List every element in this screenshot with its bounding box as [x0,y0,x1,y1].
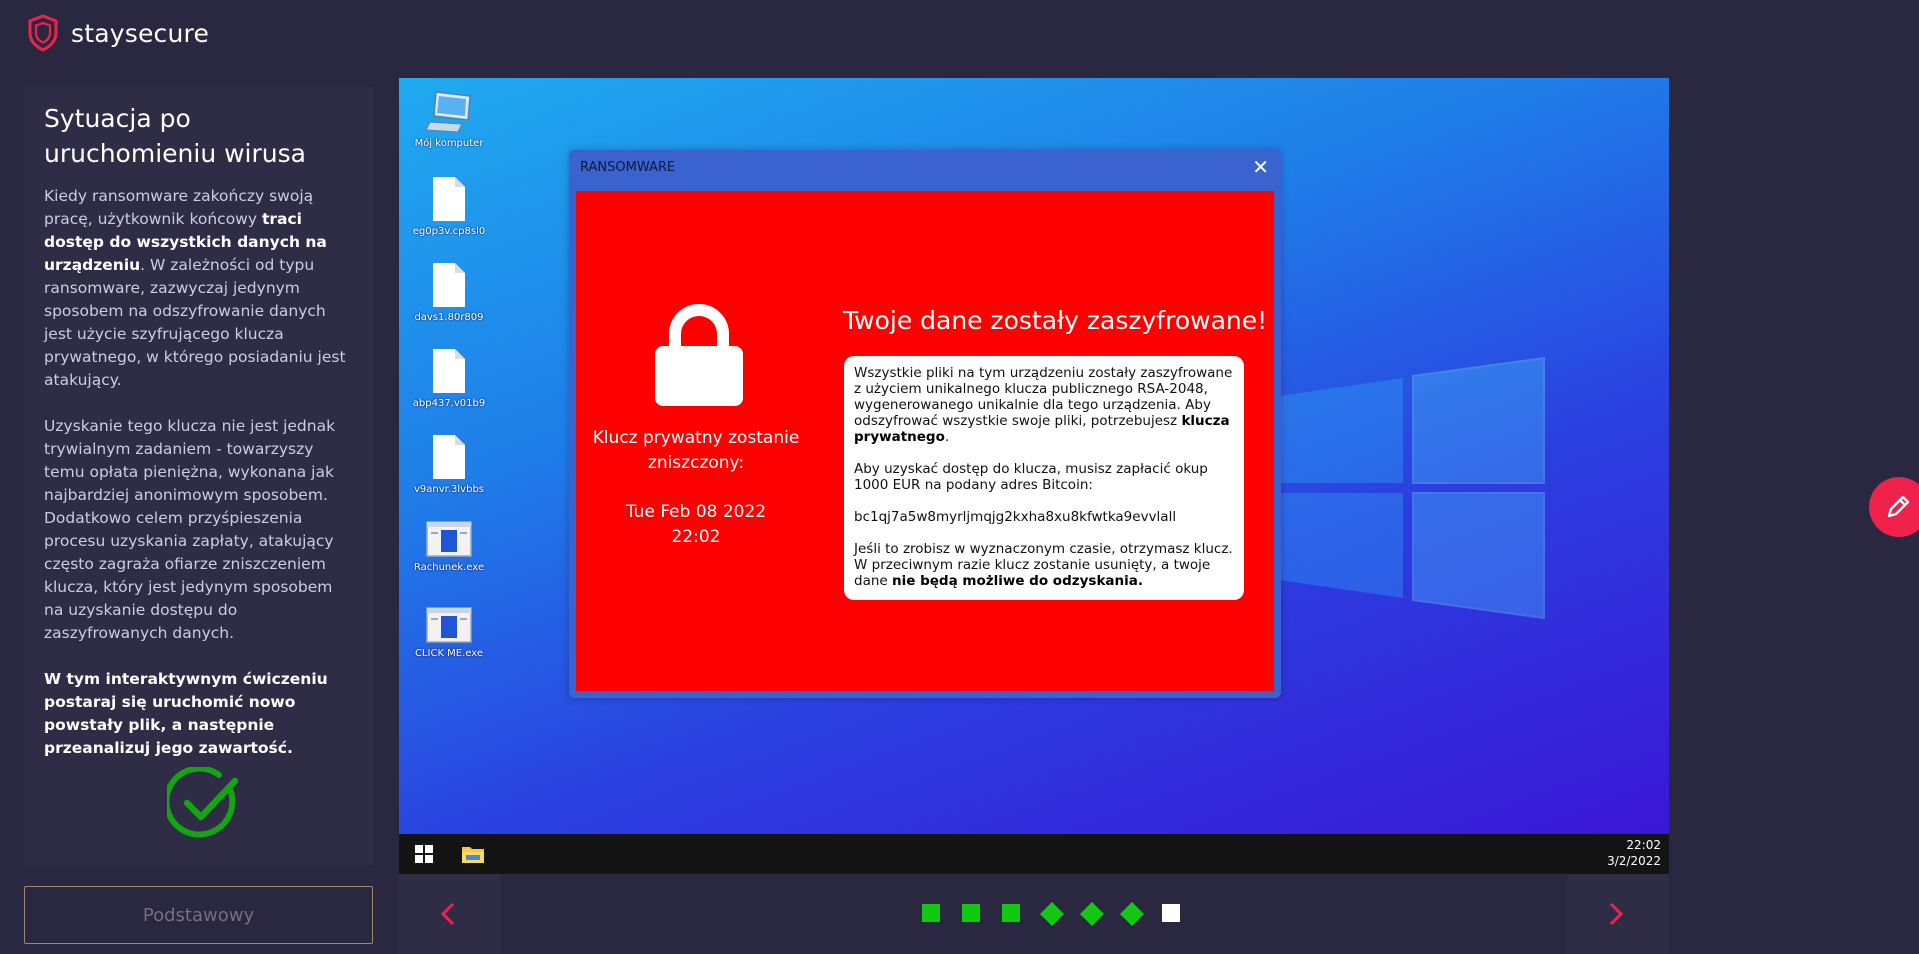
desktop-icon-exe[interactable]: Rachunek.exe [409,520,489,606]
file-icon [433,349,465,393]
taskbar: 22:02 3/2/2022 [399,834,1669,874]
progress-step-diamond[interactable] [1079,901,1105,927]
ransom-note: Klucz prywatny zostanie zniszczony: Tue … [576,191,1274,691]
file-icon [433,263,465,307]
check-circle-icon [167,767,239,838]
windows-start-icon[interactable] [415,845,433,863]
logo[interactable]: staysecure [27,14,209,52]
ransom-message-3: Jeśli to zrobisz w wyznaczonym czasie, o… [854,541,1234,589]
desktop-icon-label: eg0p3v.cp8sl0 [412,226,486,237]
desktop-icon-label: Mój komputer [414,138,484,149]
lesson-paragraph-1: Kiedy ransomware zakończy swoją pracę, u… [44,185,354,392]
window-title: RANSOMWARE [580,160,676,175]
ransom-heading: Twoje dane zostały zaszyfrowane! [843,306,1268,335]
progress-step-square[interactable] [922,904,940,922]
folder-icon[interactable] [461,844,485,864]
computer-icon [426,91,471,133]
edit-button[interactable] [1869,477,1919,537]
desktop-icons: Mój komputer eg0p3v.cp8sl0 davs1.80r809 … [409,90,489,692]
simulated-desktop: Mój komputer eg0p3v.cp8sl0 davs1.80r809 … [399,78,1669,834]
exe-icon [426,521,472,557]
close-icon[interactable]: ✕ [1252,157,1269,177]
shield-icon [28,14,58,52]
progress-step-square[interactable] [962,904,980,922]
text: Wszystkie pliki na tym urządzeniu został… [854,365,1233,429]
windows-wallpaper-logo [1279,356,1545,620]
next-step-button[interactable] [1567,874,1669,954]
brand-name: staysecure [71,18,210,48]
text: . W zależności od typu ransomware, zazwy… [44,256,346,389]
desktop-icon-file[interactable]: v9anvr.3lvbbs [409,434,489,520]
pencil-icon [1887,495,1910,518]
desktop-icon-file[interactable]: abp437.v01b9 [409,348,489,434]
lesson-title: Sytuacja po uruchomieniu wirusa [44,104,306,168]
header: staysecure [0,0,1919,70]
desktop-icon-label: Rachunek.exe [413,562,485,573]
previous-step-button[interactable] [399,874,501,954]
lesson-paragraph-2: Uzyskanie tego klucza nie jest jednak tr… [44,417,336,642]
progress-step-diamond[interactable] [1039,901,1065,927]
ransom-message-box: Wszystkie pliki na tym urządzeniu został… [844,356,1244,600]
bitcoin-address: bc1qj7a5w8myrljmqjg2kxha8xu8kfwtka9evvla… [854,509,1177,525]
file-icon [433,435,465,479]
progress-step-square[interactable] [1162,904,1180,922]
chevron-right-icon [1609,902,1624,926]
desktop-icon-my-computer[interactable]: Mój komputer [409,90,489,176]
key-destruction-info: Klucz prywatny zostanie zniszczony: Tue … [586,426,806,550]
file-icon [433,177,465,221]
deadline-time: 22:02 [671,527,721,547]
text: . [944,429,950,445]
ransomware-window: RANSOMWARE ✕ Klucz prywatny zostanie zni… [569,150,1281,698]
ransom-message-1: Wszystkie pliki na tym urządzeniu został… [854,365,1234,445]
clock-date: 3/2/2022 [1607,854,1661,868]
difficulty-level-button[interactable]: Podstawowy [24,886,373,944]
clock-time: 22:02 [1626,838,1661,852]
progress-step-diamond[interactable] [1119,901,1145,927]
desktop-icon-label: abp437.v01b9 [412,398,486,409]
desktop-icon-file[interactable]: davs1.80r809 [409,262,489,348]
desktop-icon-label: davs1.80r809 [414,312,484,323]
chevron-left-icon [440,902,455,926]
desktop-icon-exe[interactable]: CLICK ME.exe [409,606,489,692]
taskbar-clock: 22:02 3/2/2022 [1607,837,1661,869]
progress-step-square[interactable] [1002,904,1020,922]
lesson-instruction: W tym interaktywnym ćwiczeniu postaraj s… [44,670,328,757]
deadline-date: Tue Feb 08 2022 [625,502,767,522]
exe-icon [426,607,472,643]
ransom-message-2: Aby uzyskać dostęp do klucza, musisz zap… [854,461,1208,493]
desktop-icon-file[interactable]: eg0p3v.cp8sl0 [409,176,489,262]
desktop-icon-label: CLICK ME.exe [414,648,484,659]
lesson-panel: Sytuacja po uruchomieniu wirusa Kiedy ra… [24,87,374,865]
lock-icon [655,304,743,406]
desktop-icon-label: v9anvr.3lvbbs [414,484,484,495]
key-destroy-label: Klucz prywatny zostanie zniszczony: [592,428,800,473]
emphasis-text: nie będą możliwe do odzyskania. [892,573,1144,589]
